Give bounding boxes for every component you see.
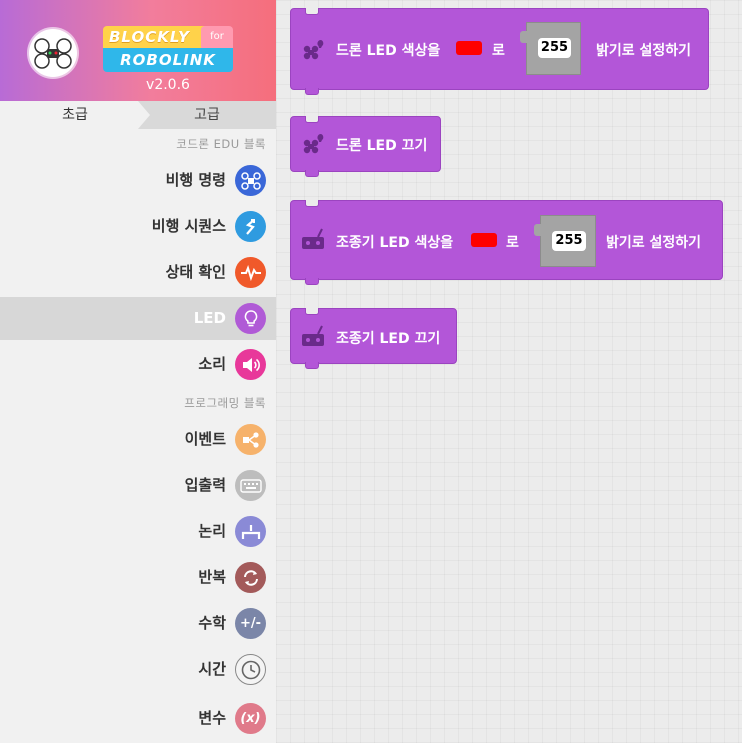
tab-basic-label: 초급 bbox=[62, 107, 88, 123]
category-time[interactable]: 시간 bbox=[0, 648, 276, 691]
category-label: 이벤트 bbox=[184, 430, 226, 448]
controller-icon bbox=[301, 228, 325, 254]
category-label: 시간 bbox=[198, 660, 226, 678]
block-text: 밝기로 설정하기 bbox=[596, 43, 692, 59]
block-drone-led-color[interactable]: 드론 LED 색상을 로 255 밝기로 설정하기 bbox=[290, 8, 709, 95]
block-tab bbox=[305, 362, 319, 369]
category-flight-sequence[interactable]: 비행 시퀀스 bbox=[0, 205, 276, 248]
block-controller-led-color[interactable]: 조종기 LED 색상을 로 255 밝기로 설정하기 bbox=[290, 200, 723, 285]
block-text: 밝기로 설정하기 bbox=[606, 235, 702, 251]
level-tabs: 초급 고급 bbox=[0, 101, 276, 129]
category-logic[interactable]: 논리 bbox=[0, 510, 276, 553]
block-notch bbox=[305, 8, 319, 15]
logo-for: for bbox=[201, 26, 233, 48]
logic-icon bbox=[235, 516, 266, 547]
blockly-workspace[interactable]: 드론 LED 색상을 로 255 밝기로 설정하기 드론 LED 끄기 조종기 … bbox=[276, 0, 742, 743]
section-label-programming: 프로그래밍 블록 bbox=[184, 396, 266, 410]
category-event[interactable]: 이벤트 bbox=[0, 418, 276, 461]
block-text: 로 bbox=[492, 43, 505, 59]
block-tab bbox=[305, 88, 319, 95]
category-sound[interactable]: 소리 bbox=[0, 343, 276, 386]
sequence-arrow-icon bbox=[235, 211, 266, 242]
logo-robolink: ROBOLINK bbox=[103, 48, 233, 72]
drone-led-icon bbox=[301, 133, 325, 159]
brand-header: BLOCKLY for ROBOLINK v2.0.6 bbox=[0, 0, 276, 101]
category-led[interactable]: LED bbox=[0, 297, 276, 340]
block-controller-led-off[interactable]: 조종기 LED 끄기 bbox=[290, 308, 457, 369]
category-label: 비행 명령 bbox=[165, 171, 226, 189]
category-flight-command[interactable]: 비행 명령 bbox=[0, 159, 276, 202]
clock-icon bbox=[235, 654, 266, 685]
block-tab bbox=[305, 278, 319, 285]
block-text: 조종기 LED 끄기 bbox=[336, 331, 441, 347]
category-math[interactable]: 수학 +/- bbox=[0, 602, 276, 645]
category-label: 소리 bbox=[198, 355, 226, 373]
block-notch bbox=[305, 308, 319, 315]
drone-led-icon bbox=[301, 39, 325, 65]
category-variable[interactable]: 변수 (x) bbox=[0, 697, 276, 740]
brightness-field[interactable]: 255 bbox=[538, 38, 571, 58]
block-drone-led-off[interactable]: 드론 LED 끄기 bbox=[290, 116, 441, 177]
tab-advanced[interactable]: 고급 bbox=[138, 101, 276, 129]
category-label: 수학 bbox=[198, 614, 226, 632]
share-icon bbox=[235, 424, 266, 455]
value-holder: 255 bbox=[520, 22, 581, 75]
category-label: 비행 시퀀스 bbox=[151, 217, 226, 235]
value-puzzle bbox=[534, 224, 542, 236]
version-label: v2.0.6 bbox=[146, 77, 190, 93]
block-text: 조종기 LED 색상을 bbox=[336, 235, 454, 251]
block-text: 로 bbox=[506, 235, 519, 251]
category-label: 입출력 bbox=[184, 476, 226, 494]
category-status-check[interactable]: 상태 확인 bbox=[0, 251, 276, 294]
section-label-edu: 코드론 EDU 블록 bbox=[176, 137, 266, 151]
category-io[interactable]: 입출력 bbox=[0, 464, 276, 507]
color-swatch[interactable] bbox=[456, 41, 482, 55]
loop-icon bbox=[235, 562, 266, 593]
speaker-icon bbox=[235, 349, 266, 380]
category-label: 반복 bbox=[198, 568, 226, 586]
lightbulb-icon bbox=[235, 303, 266, 334]
logo-blockly: BLOCKLY bbox=[103, 26, 209, 48]
controller-icon bbox=[301, 325, 325, 351]
toolbox-sidebar: BLOCKLY for ROBOLINK v2.0.6 초급 고급 코드론 ED… bbox=[0, 0, 276, 743]
drone-avatar bbox=[29, 29, 77, 77]
plus-minus-icon: +/- bbox=[235, 608, 266, 639]
block-text: 드론 LED 색상을 bbox=[336, 43, 441, 59]
value-puzzle bbox=[520, 31, 528, 43]
keyboard-icon bbox=[235, 470, 266, 501]
variable-icon: (x) bbox=[235, 703, 266, 734]
category-label: 상태 확인 bbox=[165, 263, 226, 281]
value-holder: 255 bbox=[534, 215, 596, 267]
pulse-icon bbox=[235, 257, 266, 288]
category-label: 변수 bbox=[198, 709, 226, 727]
category-loop[interactable]: 반복 bbox=[0, 556, 276, 599]
block-text: 드론 LED 끄기 bbox=[336, 138, 428, 154]
tab-basic[interactable]: 초급 bbox=[0, 101, 150, 129]
block-notch bbox=[305, 200, 319, 207]
category-label: 논리 bbox=[198, 522, 226, 540]
category-label: LED bbox=[193, 309, 226, 327]
block-tab bbox=[305, 170, 319, 177]
brightness-field[interactable]: 255 bbox=[552, 231, 586, 251]
color-swatch[interactable] bbox=[471, 233, 497, 247]
block-notch bbox=[305, 116, 319, 123]
drone-flight-icon bbox=[235, 165, 266, 196]
